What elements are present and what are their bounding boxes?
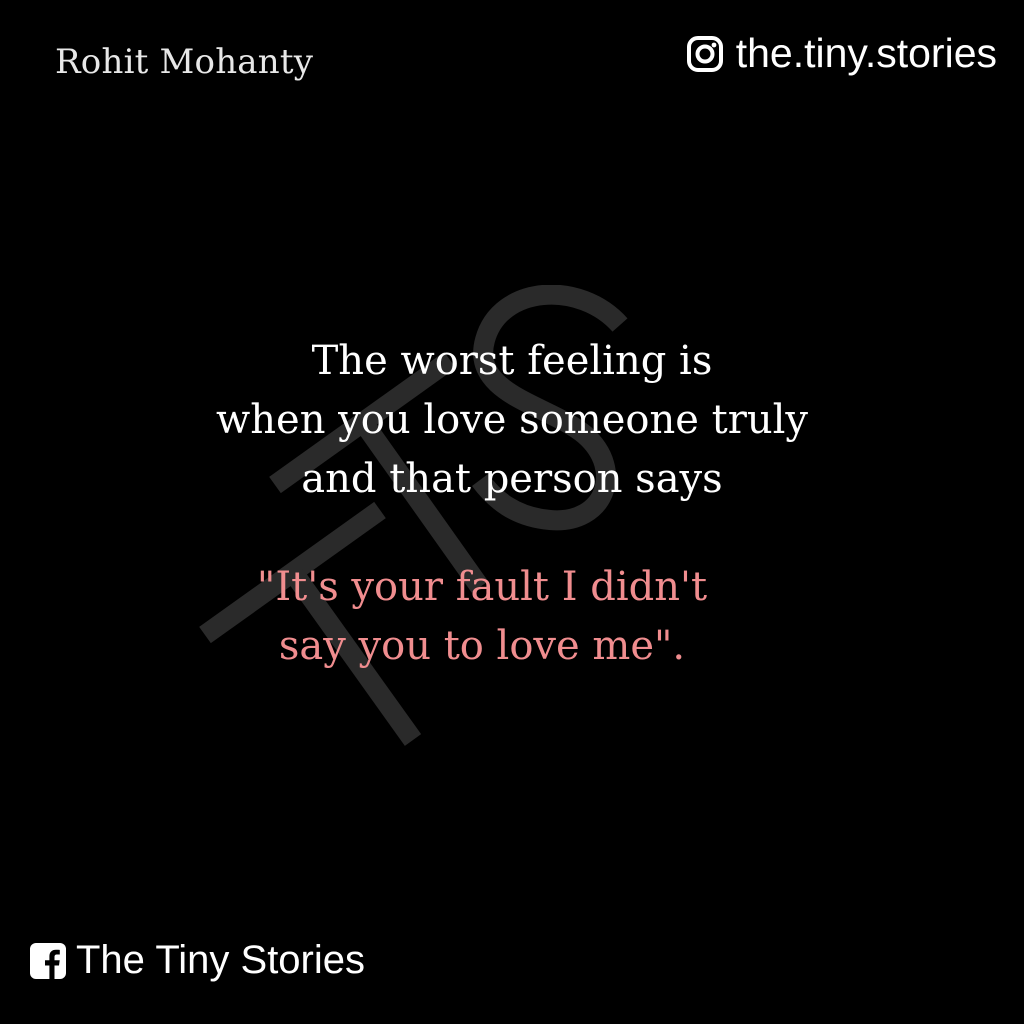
facebook-credit[interactable]: The Tiny Stories [30,938,365,983]
reply-line: say you to love me". [278,623,686,669]
instagram-credit[interactable]: the.tiny.stories [686,30,997,77]
quote-line: The worst feeling is [311,338,713,384]
instagram-icon [686,35,723,72]
reply-line: "It's your fault I didn't [256,564,708,610]
quote-line: and that person says [301,456,723,502]
instagram-handle: the.tiny.stories [735,30,997,76]
quote-text: The worst feeling is when you love someo… [0,332,1024,509]
quote-line: when you love someone truly [216,397,808,443]
facebook-icon [30,942,66,979]
reply-quote: "It's your fault I didn't say you to lov… [0,558,1024,676]
post-canvas: Rohit Mohanty the.tiny.stories The worst… [0,0,1024,1024]
author-name: Rohit Mohanty [55,42,314,82]
facebook-page-name: The Tiny Stories [76,938,366,982]
